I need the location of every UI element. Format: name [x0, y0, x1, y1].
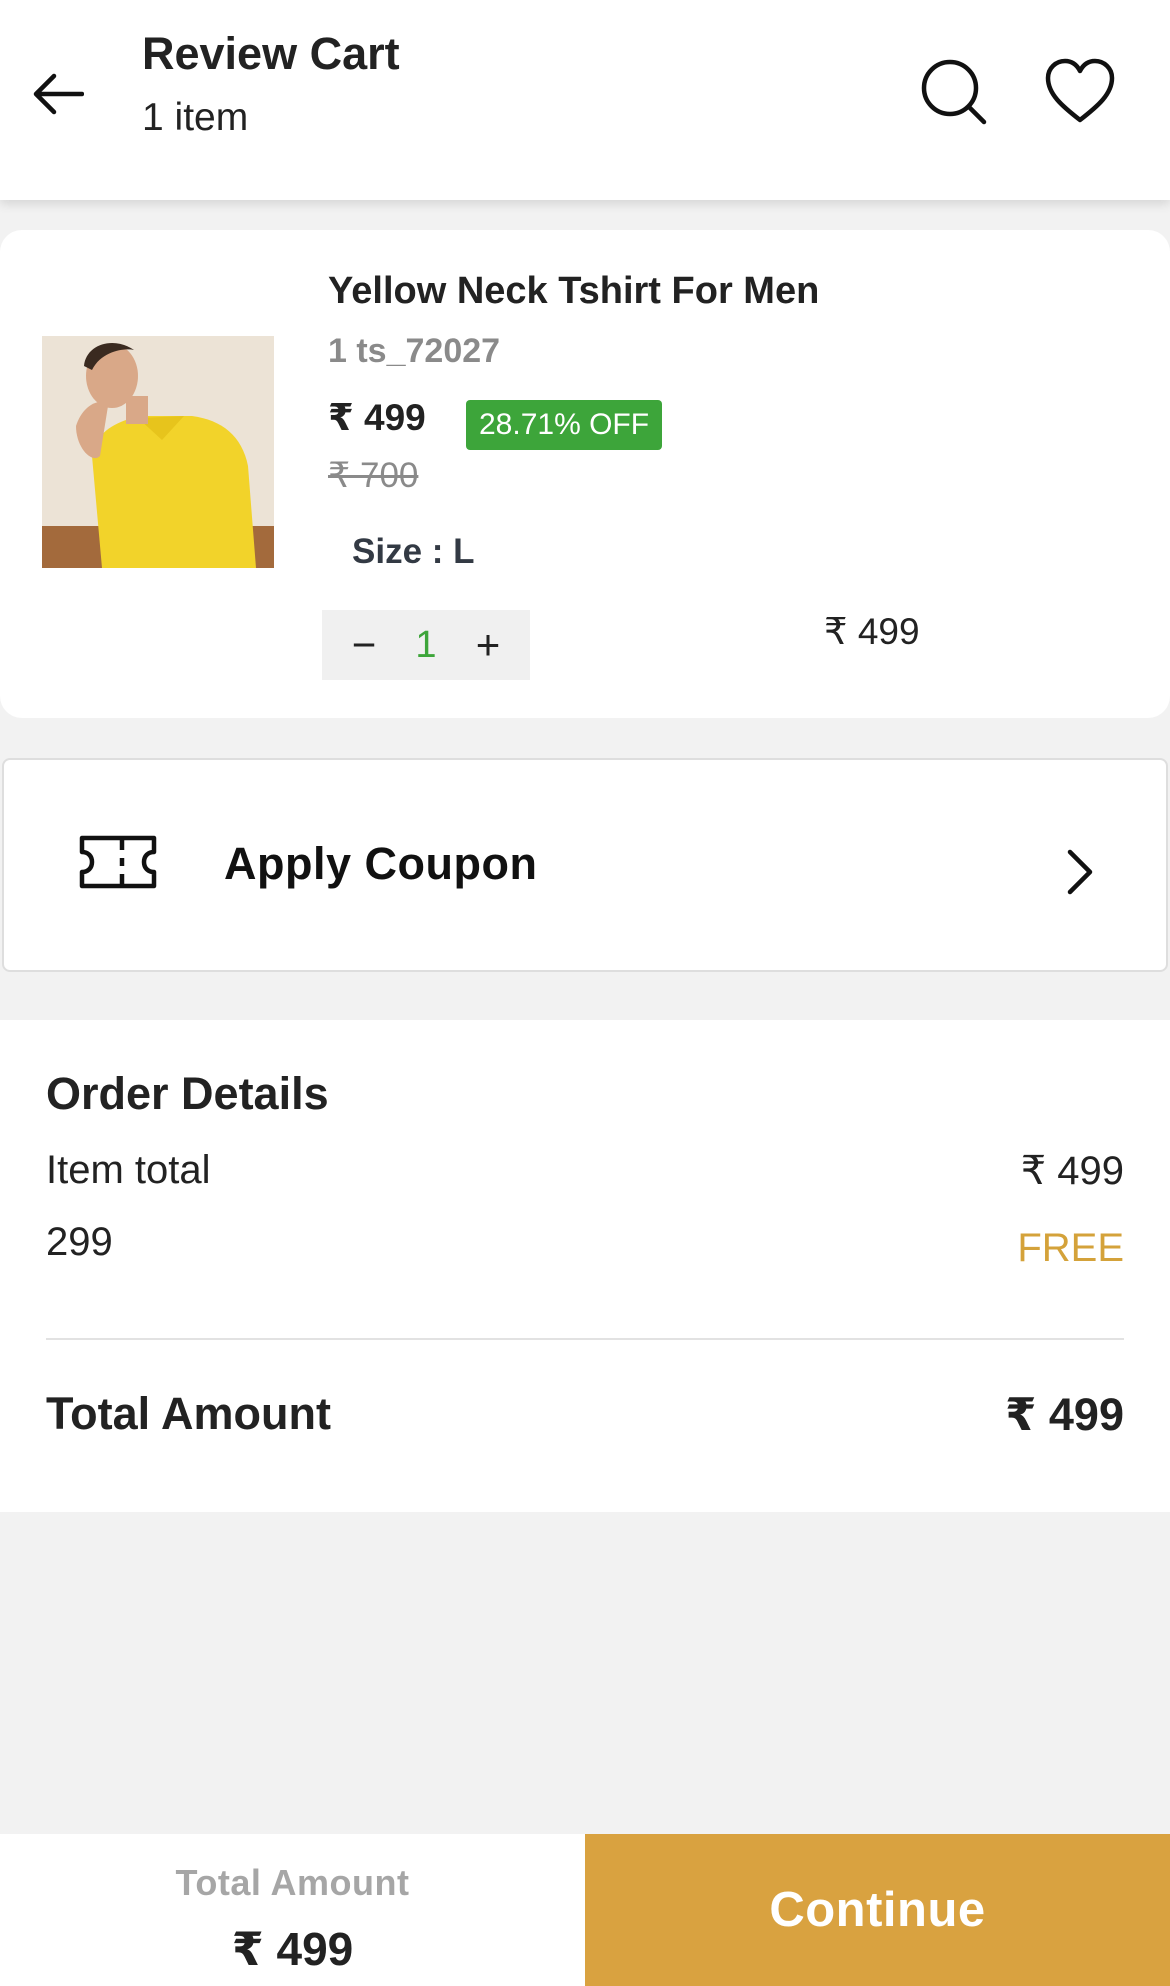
product-photo	[42, 336, 274, 568]
product-sku: 1 ts_72027	[328, 332, 501, 370]
back-arrow-icon	[33, 73, 84, 115]
product-price: ₹ 499	[328, 397, 426, 438]
bottom-total-amount: ₹ 499	[231, 1923, 354, 1975]
quantity-stepper: − 1 +	[322, 610, 530, 680]
order-details-section: Order Details Item total ₹ 499 299 FREE …	[0, 1020, 1170, 1512]
item-total-value: ₹ 499	[1020, 1149, 1124, 1193]
divider	[46, 1338, 1124, 1340]
cart-item-card: Yellow Neck Tshirt For Men 1 ts_72027 ₹ …	[0, 230, 1170, 718]
bottom-total: Total Amount ₹ 499	[0, 1834, 585, 1986]
product-image[interactable]	[42, 336, 274, 568]
search-button[interactable]	[918, 56, 990, 128]
page-title: Review Cart	[142, 28, 400, 79]
bottom-total-label: Total Amount	[175, 1862, 410, 1903]
heart-icon	[1045, 58, 1115, 123]
apply-coupon-button[interactable]: Apply Coupon	[2, 758, 1168, 972]
size-label: Size : L	[352, 532, 475, 571]
chevron-right-icon	[1067, 849, 1093, 895]
top-app-bar: Review Cart 1 item	[0, 0, 1170, 200]
item-total-label: Item total	[46, 1148, 211, 1192]
increase-quantity-button[interactable]: +	[468, 624, 508, 666]
total-amount-value: ₹ 499	[1005, 1389, 1124, 1440]
wishlist-button[interactable]	[1042, 56, 1118, 128]
item-line-total: ₹ 499	[824, 611, 920, 652]
order-details-title: Order Details	[46, 1068, 329, 1119]
search-icon	[921, 59, 987, 125]
bottom-checkout-bar: Total Amount ₹ 499 Continue	[0, 1834, 1170, 1986]
back-button[interactable]	[28, 64, 88, 124]
item-count: 1 item	[142, 96, 249, 139]
charge-value: FREE	[1017, 1226, 1124, 1270]
original-price: ₹ 700	[328, 456, 419, 495]
product-name[interactable]: Yellow Neck Tshirt For Men	[328, 270, 819, 313]
continue-button[interactable]: Continue	[585, 1834, 1170, 1986]
total-amount-label: Total Amount	[46, 1388, 331, 1439]
quantity-value: 1	[415, 623, 437, 666]
discount-badge: 28.71% OFF	[466, 400, 663, 450]
charge-label: 299	[46, 1220, 113, 1264]
decrease-quantity-button[interactable]: −	[344, 624, 384, 666]
coupon-ticket-icon	[79, 835, 157, 889]
apply-coupon-label: Apply Coupon	[224, 838, 538, 889]
